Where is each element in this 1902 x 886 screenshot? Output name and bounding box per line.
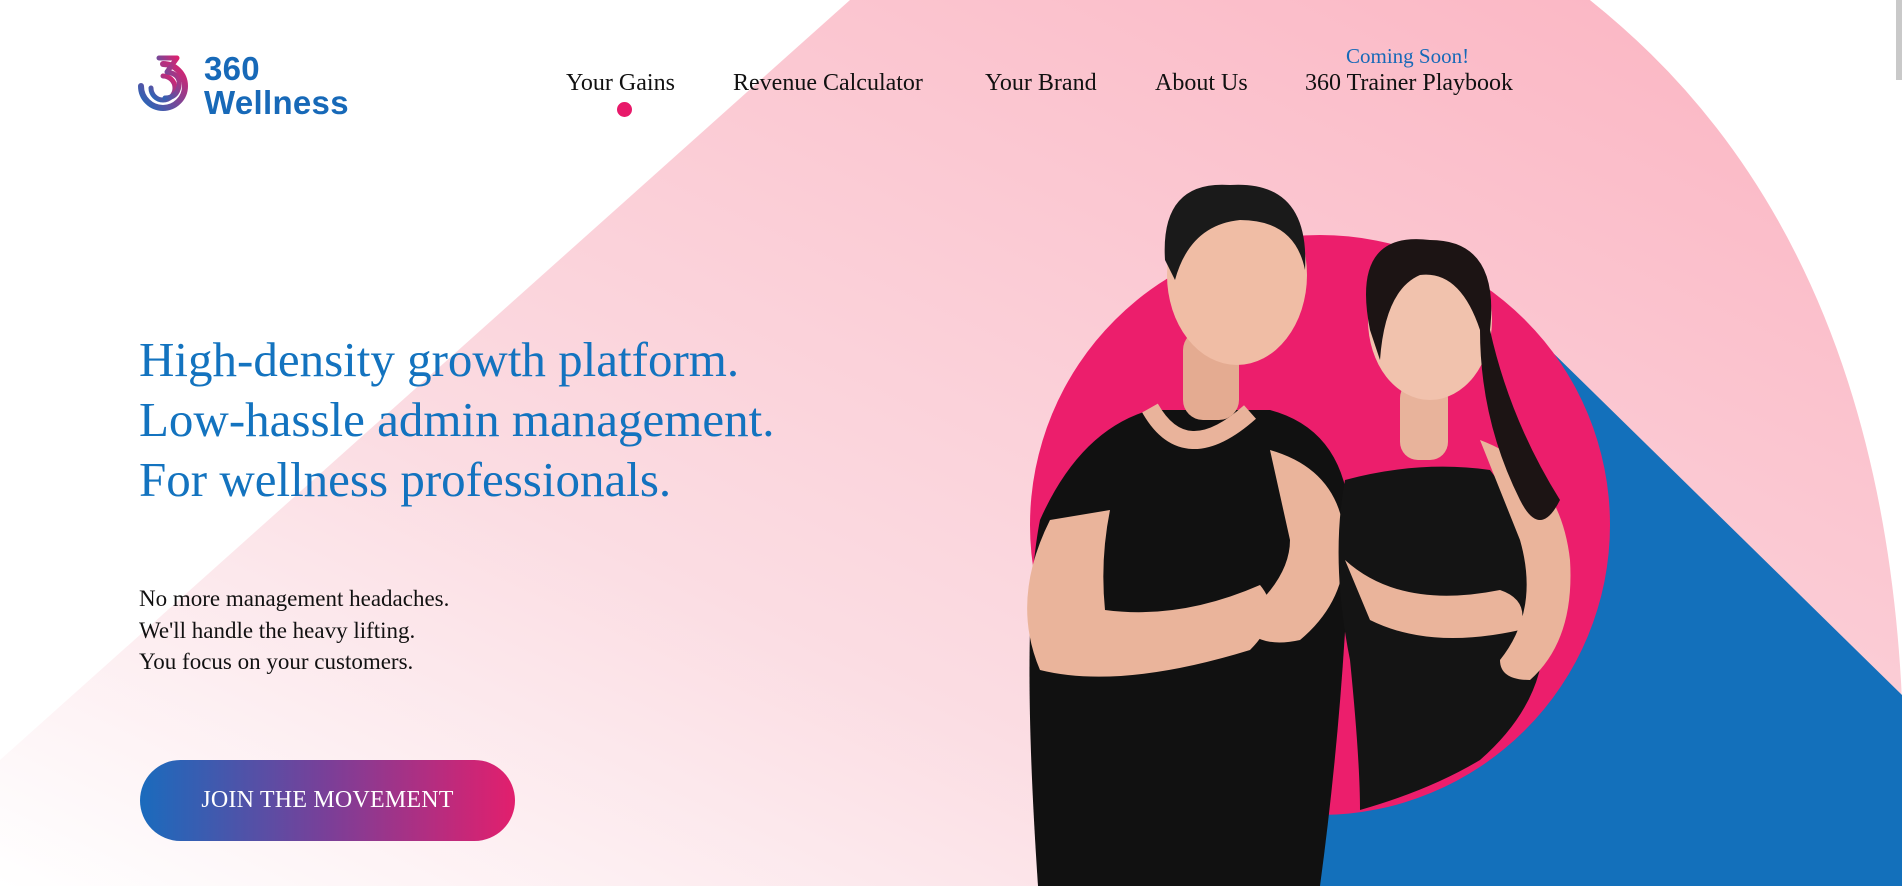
nav-item-your-brand[interactable]: Your Brand	[985, 70, 1097, 97]
hero-subtitle-line-2: We'll handle the heavy lifting.	[139, 617, 416, 643]
nav-item-your-gains[interactable]: Your Gains	[566, 70, 675, 97]
hero-title-line-2: Low-hassle admin management.	[139, 392, 775, 447]
nav-item-about-us[interactable]: About Us	[1155, 70, 1248, 97]
hero-title-line-3: For wellness professionals.	[139, 452, 672, 507]
nav-active-indicator	[617, 102, 632, 117]
hero-subtitle-line-3: You focus on your customers.	[139, 649, 414, 674]
coming-soon-badge: Coming Soon!	[1346, 44, 1470, 68]
hero-title: High-density growth platform. Low-hassle…	[139, 330, 774, 510]
hero-subtitle: No more management headaches. We'll hand…	[139, 583, 449, 678]
hero-subtitle-line-1: No more management headaches.	[139, 586, 450, 611]
man-figure	[1027, 184, 1350, 886]
woman-figure	[1338, 239, 1571, 810]
join-the-movement-button[interactable]: JOIN THE MOVEMENT	[140, 760, 515, 841]
hero-title-line-1: High-density growth platform.	[139, 332, 740, 387]
nav-item-trainer-playbook[interactable]: 360 Trainer Playbook	[1305, 70, 1513, 97]
page-scrollbar[interactable]	[1896, 0, 1902, 80]
nav-item-revenue-calculator[interactable]: Revenue Calculator	[733, 70, 923, 97]
main-navigation: Your Gains Revenue Calculator Your Brand…	[0, 0, 1902, 140]
